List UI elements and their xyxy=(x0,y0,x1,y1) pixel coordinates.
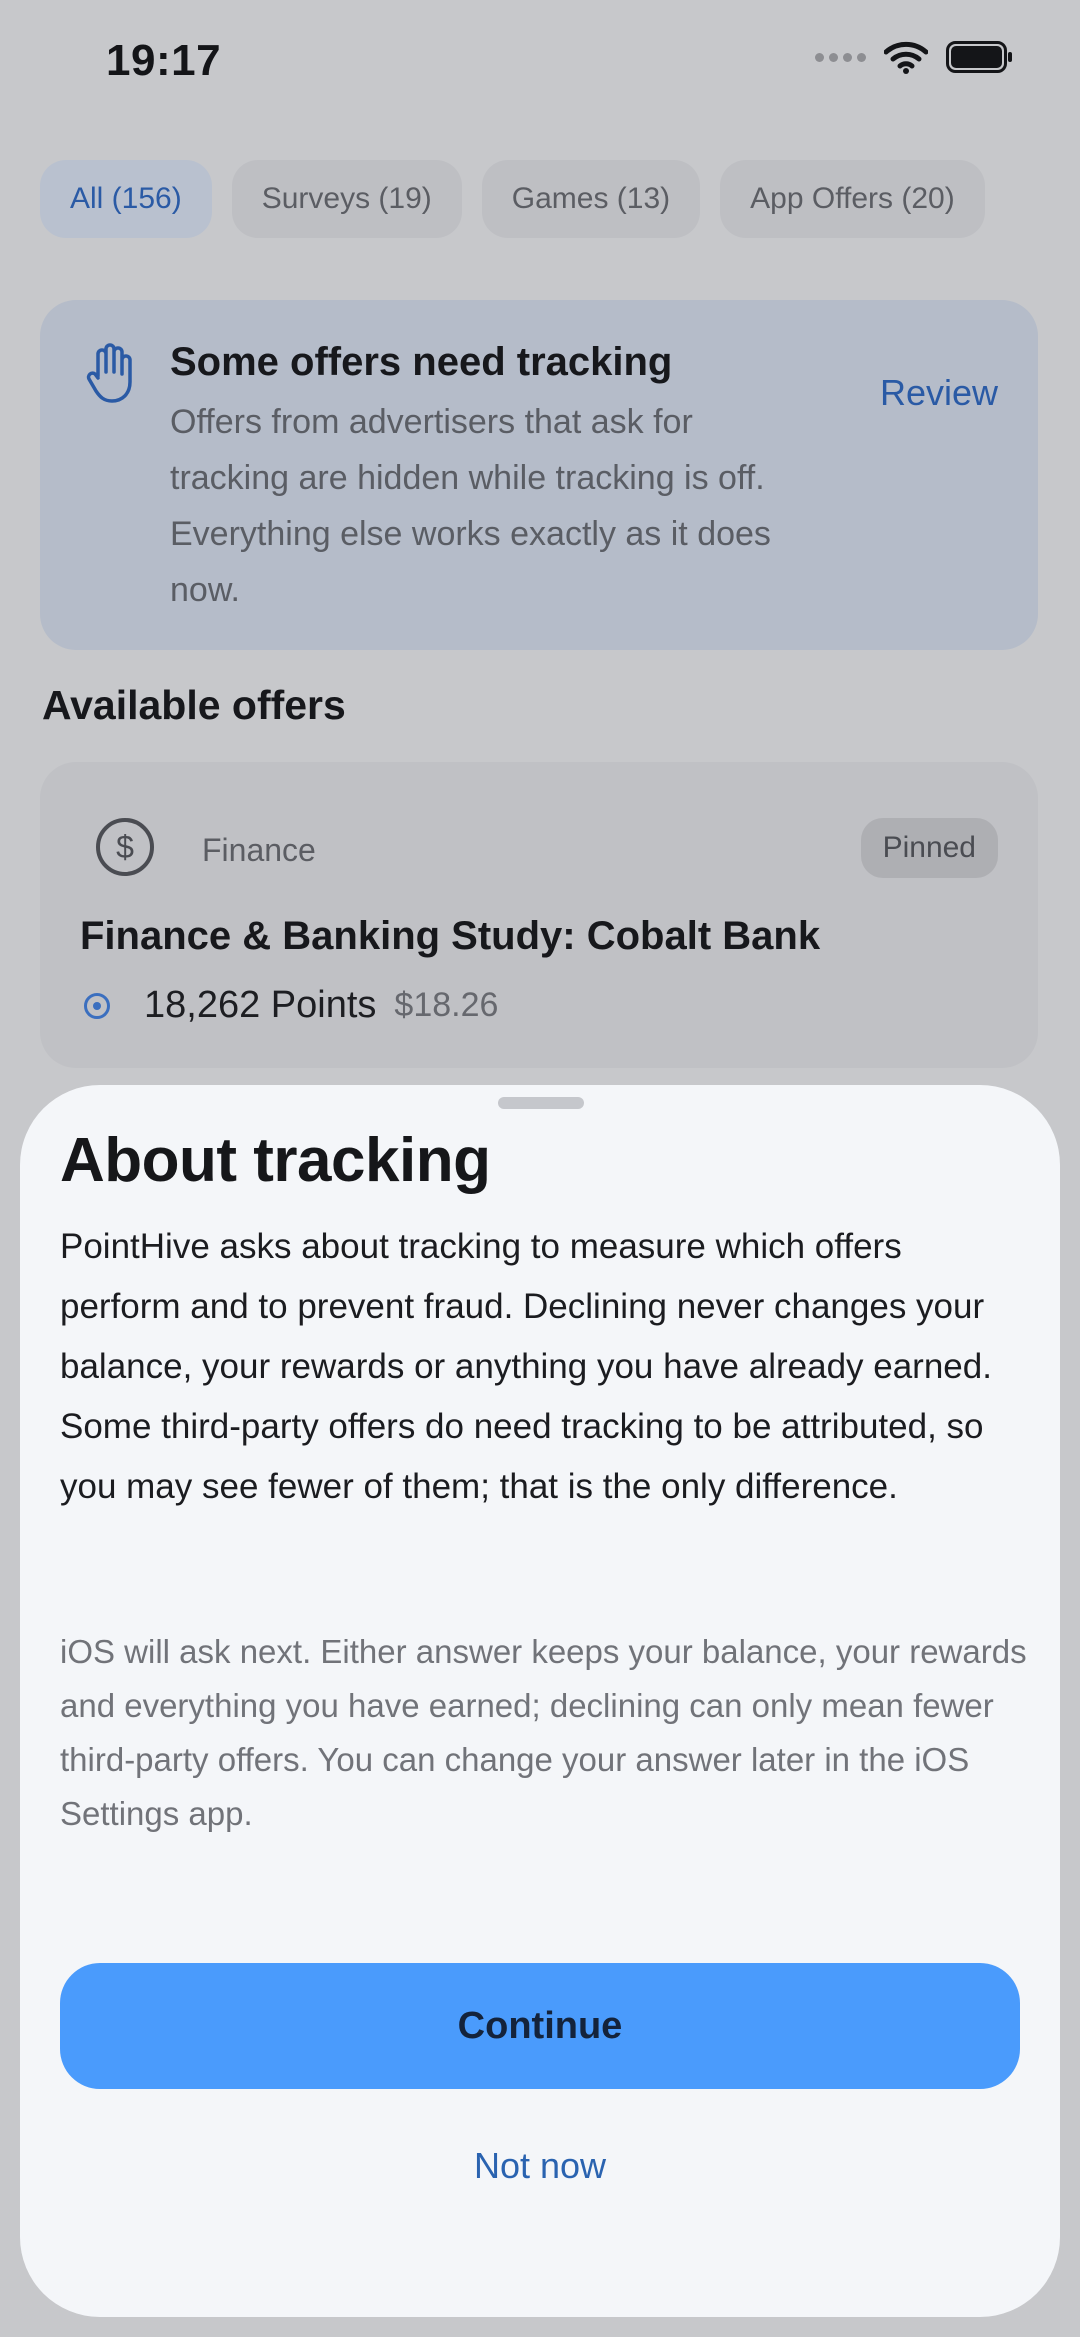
status-bar: 19:17 xyxy=(0,0,1080,120)
dollar-circle-icon: $ xyxy=(96,818,154,876)
filter-chip-surveys[interactable]: Surveys (19) xyxy=(231,160,462,238)
continue-button[interactable]: Continue xyxy=(60,1963,1020,2089)
notice-title: Some offers need tracking xyxy=(170,340,673,384)
offer-points: 18,262 Points xyxy=(144,984,377,1026)
offer-card[interactable]: $ Finance Pinned Finance & Banking Study… xyxy=(40,762,1038,1068)
filter-chip-games[interactable]: Games (13) xyxy=(481,160,701,238)
sheet-title: About tracking xyxy=(60,1126,491,1195)
review-link[interactable]: Review xyxy=(880,372,998,414)
tracking-notice-card: Some offers need tracking Offers from ad… xyxy=(40,300,1038,650)
offer-title: Finance & Banking Study: Cobalt Bank xyxy=(80,914,821,958)
battery-icon xyxy=(946,41,1012,73)
status-icons xyxy=(815,40,1014,74)
notice-body: Offers from advertisers that ask for tra… xyxy=(170,403,771,609)
sheet-grabber[interactable] xyxy=(498,1097,584,1109)
wifi-icon xyxy=(884,41,928,74)
cellular-signal-icon xyxy=(815,52,866,62)
status-time: 19:17 xyxy=(106,36,222,85)
filter-chip-all[interactable]: All (156) xyxy=(40,160,212,238)
offer-reward: 18,262 Points $18.26 xyxy=(84,984,498,1027)
sheet-note: iOS will ask next. Either answer keeps y… xyxy=(60,1633,1027,1832)
about-tracking-sheet: About tracking PointHive asks about trac… xyxy=(20,1085,1060,2317)
not-now-button[interactable]: Not now xyxy=(340,2135,740,2197)
offer-category: Finance xyxy=(202,832,316,868)
pinned-badge: Pinned xyxy=(860,818,998,878)
points-icon xyxy=(84,992,110,1019)
filter-chip-app-offers[interactable]: App Offers (20) xyxy=(720,160,985,238)
filter-tabs: All (156) Surveys (19) Games (13) App Of… xyxy=(40,160,985,238)
section-title: Available offers xyxy=(42,682,346,728)
sheet-body: PointHive asks about tracking to measure… xyxy=(60,1227,992,1506)
hand-raised-icon xyxy=(86,343,132,403)
offer-cash-value: $18.26 xyxy=(394,986,499,1024)
